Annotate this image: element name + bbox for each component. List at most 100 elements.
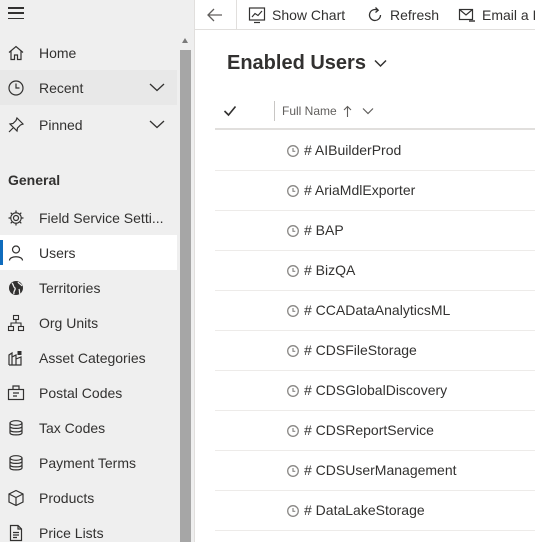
full-name-cell: # AriaMdlExporter: [304, 182, 416, 198]
sidebar-item-territories[interactable]: Territories: [0, 270, 177, 305]
document-icon: [9, 524, 23, 542]
select-all-checkmark-icon[interactable]: [223, 104, 237, 118]
table-row[interactable]: # AIBuilderProd: [215, 131, 535, 171]
table-row[interactable]: # CCADataAnalyticsML: [215, 291, 535, 331]
column-divider: [274, 101, 275, 121]
home-icon: [8, 45, 24, 61]
full-name-cell: # BAP: [304, 222, 344, 238]
user-status-icon: [287, 345, 299, 357]
sidebar-item-label: Org Units: [39, 315, 99, 331]
chart-icon: [248, 7, 266, 24]
table-row[interactable]: # AriaMdlExporter: [215, 171, 535, 211]
user-status-icon: [287, 225, 299, 237]
sidebar-item-label: Pinned: [39, 117, 83, 133]
show-chart-button[interactable]: Show Chart: [248, 0, 345, 30]
sidebar-item-users[interactable]: Users: [0, 235, 177, 270]
database-icon: [9, 455, 23, 471]
sitemap-sidebar: Home Recent Pinned General Field Service…: [0, 0, 195, 542]
grid-header: Full Name: [215, 93, 535, 130]
user-status-icon: [287, 185, 299, 197]
full-name-cell: # DataLakeStorage: [304, 502, 425, 518]
refresh-button[interactable]: Refresh: [366, 0, 439, 30]
sidebar-item-label: Field Service Setti...: [39, 210, 164, 226]
chevron-down-icon: [374, 59, 387, 68]
chevron-down-icon[interactable]: [149, 80, 165, 94]
user-status-icon: [287, 305, 299, 317]
sidebar-item-tax-codes[interactable]: Tax Codes: [0, 410, 177, 445]
email-link-label: Email a L: [482, 7, 535, 23]
full-name-cell: # CDSFileStorage: [304, 342, 417, 358]
column-header-full-name[interactable]: Full Name: [282, 102, 374, 120]
sidebar-item-recent[interactable]: Recent: [0, 70, 177, 105]
hamburger-menu-icon[interactable]: [7, 5, 25, 21]
show-chart-label: Show Chart: [272, 7, 346, 23]
sidebar-item-org-units[interactable]: Org Units: [0, 305, 177, 340]
table-row[interactable]: # BAP: [215, 211, 535, 251]
full-name-cell: # CCADataAnalyticsML: [304, 302, 451, 318]
sidebar-item-label: Postal Codes: [39, 385, 123, 401]
asset-icon: [8, 351, 22, 366]
view-title: Enabled Users: [227, 52, 366, 74]
postal-icon: [7, 385, 25, 401]
sort-ascending-icon: [343, 105, 352, 117]
table-row[interactable]: # BizQA: [215, 251, 535, 291]
user-status-icon: [287, 145, 299, 157]
sidebar-item-label: Users: [39, 245, 76, 261]
sidebar-item-label: Price Lists: [39, 525, 104, 541]
pin-icon: [8, 116, 25, 133]
person-icon: [8, 245, 24, 261]
sidebar-item-label: Tax Codes: [39, 420, 106, 436]
column-header-label: Full Name: [282, 104, 337, 118]
refresh-label: Refresh: [390, 7, 440, 23]
table-row[interactable]: # CDSGlobalDiscovery: [215, 371, 535, 411]
sidebar-item-label: Asset Categories: [39, 350, 146, 366]
chevron-down-icon[interactable]: [149, 117, 165, 131]
database-icon: [9, 420, 23, 436]
view-selector[interactable]: Enabled Users: [227, 52, 387, 75]
email-link-icon: [458, 8, 475, 22]
sidebar-group-title: General: [8, 172, 61, 188]
box-icon: [8, 489, 24, 507]
back-arrow-icon[interactable]: [205, 6, 225, 24]
full-name-cell: # CDSUserManagement: [304, 462, 457, 478]
sidebar-item-postal-codes[interactable]: Postal Codes: [0, 375, 177, 410]
sidebar-item-field-service-settings[interactable]: Field Service Setti...: [0, 200, 177, 235]
user-status-icon: [287, 425, 299, 437]
full-name-cell: # AIBuilderProd: [304, 142, 402, 158]
sidebar-item-label: Home: [39, 45, 77, 61]
scrollbar-thumb[interactable]: [180, 50, 191, 542]
command-bar-divider: [236, 0, 237, 30]
sidebar-item-payment-terms[interactable]: Payment Terms: [0, 445, 177, 480]
sidebar-item-label: Products: [39, 490, 95, 506]
table-row[interactable]: # CDSFileStorage: [215, 331, 535, 371]
sidebar-item-price-lists[interactable]: Price Lists: [0, 515, 177, 542]
sidebar-item-products[interactable]: Products: [0, 480, 177, 515]
user-status-icon: [287, 505, 299, 517]
table-row[interactable]: # DataLakeStorage: [215, 491, 535, 531]
full-name-cell: # BizQA: [304, 262, 356, 278]
full-name-cell: # CDSReportService: [304, 422, 434, 438]
refresh-icon: [368, 7, 382, 22]
org-chart-icon: [7, 314, 25, 332]
user-status-icon: [287, 465, 299, 477]
sidebar-item-label: Territories: [39, 280, 101, 296]
scroll-up-arrow-icon[interactable]: [182, 38, 188, 43]
grid-rows: # AIBuilderProd # AriaMdlExporter # BAP …: [215, 131, 535, 531]
email-link-button[interactable]: Email a L: [458, 0, 535, 30]
table-row[interactable]: # CDSReportService: [215, 411, 535, 451]
sidebar-item-label: Payment Terms: [39, 455, 136, 471]
sidebar-item-label: Recent: [39, 80, 84, 96]
user-status-icon: [287, 265, 299, 277]
command-bar: Show Chart Refresh Email a L: [195, 0, 535, 30]
gear-icon: [8, 210, 24, 226]
sidebar-scrollbar[interactable]: [178, 36, 192, 542]
table-row[interactable]: # CDSUserManagement: [215, 451, 535, 491]
clock-icon: [8, 80, 24, 96]
full-name-cell: # CDSGlobalDiscovery: [304, 382, 448, 398]
globe-icon: [9, 281, 23, 295]
chevron-down-icon[interactable]: [362, 107, 374, 115]
sidebar-item-home[interactable]: Home: [0, 35, 177, 70]
sidebar-item-asset-categories[interactable]: Asset Categories: [0, 340, 177, 375]
sidebar-item-pinned[interactable]: Pinned: [0, 107, 177, 142]
user-status-icon: [287, 385, 299, 397]
